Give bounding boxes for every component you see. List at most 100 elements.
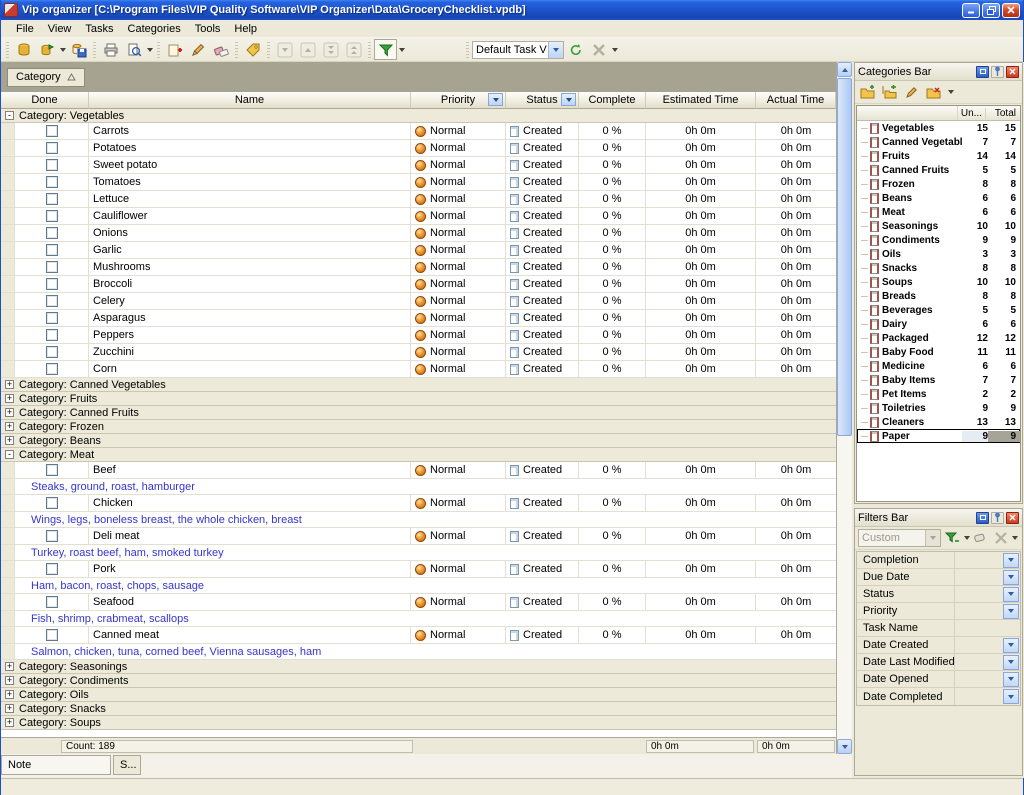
category-item[interactable]: Canned Fruits55 (857, 163, 1020, 177)
print-icon[interactable] (99, 39, 122, 60)
categories-close-icon[interactable] (1006, 66, 1019, 78)
group-by-category-button[interactable]: Category (7, 68, 85, 87)
category-group-row[interactable]: -Category: Meat (1, 448, 836, 462)
filter-value[interactable] (955, 603, 1003, 619)
task-row[interactable]: GarlicNormalCreated0 %0h 0m0h 0m (1, 242, 836, 259)
categories-float-icon[interactable] (976, 66, 989, 78)
toolbar-grip[interactable] (6, 42, 9, 58)
menu-categories[interactable]: Categories (121, 22, 188, 36)
filter-value[interactable] (955, 552, 1003, 568)
filter-value[interactable] (955, 620, 1020, 636)
open-database-dropdown-icon[interactable] (58, 39, 67, 60)
task-row[interactable]: ZucchiniNormalCreated0 %0h 0m0h 0m (1, 344, 836, 361)
delete-category-icon[interactable] (924, 83, 944, 101)
filter-value[interactable] (955, 654, 1003, 670)
column-header-total[interactable]: Total (986, 108, 1020, 119)
restore-button[interactable] (982, 3, 1000, 18)
expand-icon[interactable]: + (5, 408, 14, 417)
filter-dropdown-icon[interactable] (1003, 689, 1019, 704)
expand-icon[interactable]: + (5, 422, 14, 431)
expand-icon[interactable]: + (5, 380, 14, 389)
clear-filter-icon[interactable] (973, 529, 990, 547)
categories-toolbar-overflow-icon[interactable] (946, 82, 955, 103)
filter-dropdown-icon[interactable] (1003, 570, 1019, 585)
filters-toolbar-overflow-icon[interactable] (1011, 528, 1019, 549)
column-header-done[interactable]: Done (1, 92, 89, 109)
category-group-row[interactable]: +Category: Snacks (1, 702, 836, 716)
new-task-icon[interactable] (163, 39, 186, 60)
task-row[interactable]: Canned meatNormalCreated0 %0h 0m0h 0m (1, 627, 836, 644)
task-checkbox[interactable] (46, 530, 58, 542)
category-item[interactable]: Condiments99 (857, 233, 1020, 247)
priority-filter-dropdown-icon[interactable] (488, 93, 503, 106)
task-checkbox[interactable] (46, 278, 58, 290)
column-header-actual-time[interactable]: Actual Time (756, 92, 836, 109)
task-checkbox[interactable] (46, 563, 58, 575)
filter-dropdown-icon[interactable] (1003, 672, 1019, 687)
task-row[interactable]: PeppersNormalCreated0 %0h 0m0h 0m (1, 327, 836, 344)
category-group-row[interactable]: +Category: Frozen (1, 420, 836, 434)
task-checkbox[interactable] (46, 159, 58, 171)
task-row[interactable]: OnionsNormalCreated0 %0h 0m0h 0m (1, 225, 836, 242)
task-checkbox[interactable] (46, 227, 58, 239)
edit-task-icon[interactable] (186, 39, 209, 60)
task-row[interactable]: PotatoesNormalCreated0 %0h 0m0h 0m (1, 140, 836, 157)
task-row[interactable]: BeefNormalCreated0 %0h 0m0h 0m (1, 462, 836, 479)
column-header-name[interactable]: Name (89, 92, 411, 109)
filters-float-icon[interactable] (976, 512, 989, 524)
task-checkbox[interactable] (46, 497, 58, 509)
task-row[interactable]: CornNormalCreated0 %0h 0m0h 0m (1, 361, 836, 378)
category-group-row[interactable]: +Category: Fruits (1, 392, 836, 406)
category-item[interactable]: Baby Food1111 (857, 345, 1020, 359)
filters-close-icon[interactable] (1006, 512, 1019, 524)
filter-value[interactable] (955, 671, 1003, 687)
filter-value[interactable] (955, 586, 1003, 602)
task-row[interactable]: CarrotsNormalCreated0 %0h 0m0h 0m (1, 123, 836, 140)
filter-value[interactable] (955, 688, 1003, 705)
filter-value[interactable] (955, 637, 1003, 653)
category-group-row[interactable]: +Category: Soups (1, 716, 836, 730)
minimize-button[interactable] (962, 3, 980, 18)
task-checkbox[interactable] (46, 629, 58, 641)
vertical-scrollbar[interactable] (837, 62, 852, 754)
add-category-icon[interactable] (858, 83, 878, 101)
category-item[interactable]: Fruits1414 (857, 149, 1020, 163)
print-dropdown-icon[interactable] (145, 39, 154, 60)
new-database-icon[interactable] (12, 39, 35, 60)
task-checkbox[interactable] (46, 142, 58, 154)
scroll-up-icon[interactable] (837, 62, 852, 77)
task-view-dropdown-icon[interactable] (548, 42, 563, 58)
expand-icon[interactable]: + (5, 690, 14, 699)
expand-icon[interactable]: + (5, 436, 14, 445)
menu-view[interactable]: View (41, 22, 79, 36)
collapse-icon[interactable]: - (5, 111, 14, 120)
task-row[interactable]: BroccoliNormalCreated0 %0h 0m0h 0m (1, 276, 836, 293)
expand-icon[interactable]: + (5, 394, 14, 403)
task-checkbox[interactable] (46, 210, 58, 222)
task-row[interactable]: PorkNormalCreated0 %0h 0m0h 0m (1, 561, 836, 578)
add-subcategory-icon[interactable] (880, 83, 900, 101)
category-group-row[interactable]: +Category: Beans (1, 434, 836, 448)
filters-pin-icon[interactable] (991, 512, 1004, 524)
category-item[interactable]: Medicine66 (857, 359, 1020, 373)
category-group-row[interactable]: -Category: Vegetables (1, 109, 836, 123)
status-filter-dropdown-icon[interactable] (561, 93, 576, 106)
scrollbar-thumb[interactable] (837, 78, 852, 436)
category-group-row[interactable]: +Category: Seasonings (1, 660, 836, 674)
edit-category-icon[interactable] (902, 83, 922, 101)
expand-icon[interactable]: + (5, 676, 14, 685)
column-header-estimated-time[interactable]: Estimated Time (646, 92, 756, 109)
task-row[interactable]: SeafoodNormalCreated0 %0h 0m0h 0m (1, 594, 836, 611)
expand-icon[interactable]: + (5, 704, 14, 713)
filter-dropdown-icon[interactable] (1003, 553, 1019, 568)
task-row[interactable]: Deli meatNormalCreated0 %0h 0m0h 0m (1, 528, 836, 545)
category-item[interactable]: Meat66 (857, 205, 1020, 219)
category-item[interactable]: Frozen88 (857, 177, 1020, 191)
category-item[interactable]: Canned Vegetables77 (857, 135, 1020, 149)
category-item[interactable]: Packaged1212 (857, 331, 1020, 345)
task-checkbox[interactable] (46, 295, 58, 307)
task-checkbox[interactable] (46, 193, 58, 205)
collapse-icon[interactable]: - (5, 450, 14, 459)
category-item[interactable]: Beverages55 (857, 303, 1020, 317)
toolbar-overflow-icon[interactable] (610, 39, 619, 60)
